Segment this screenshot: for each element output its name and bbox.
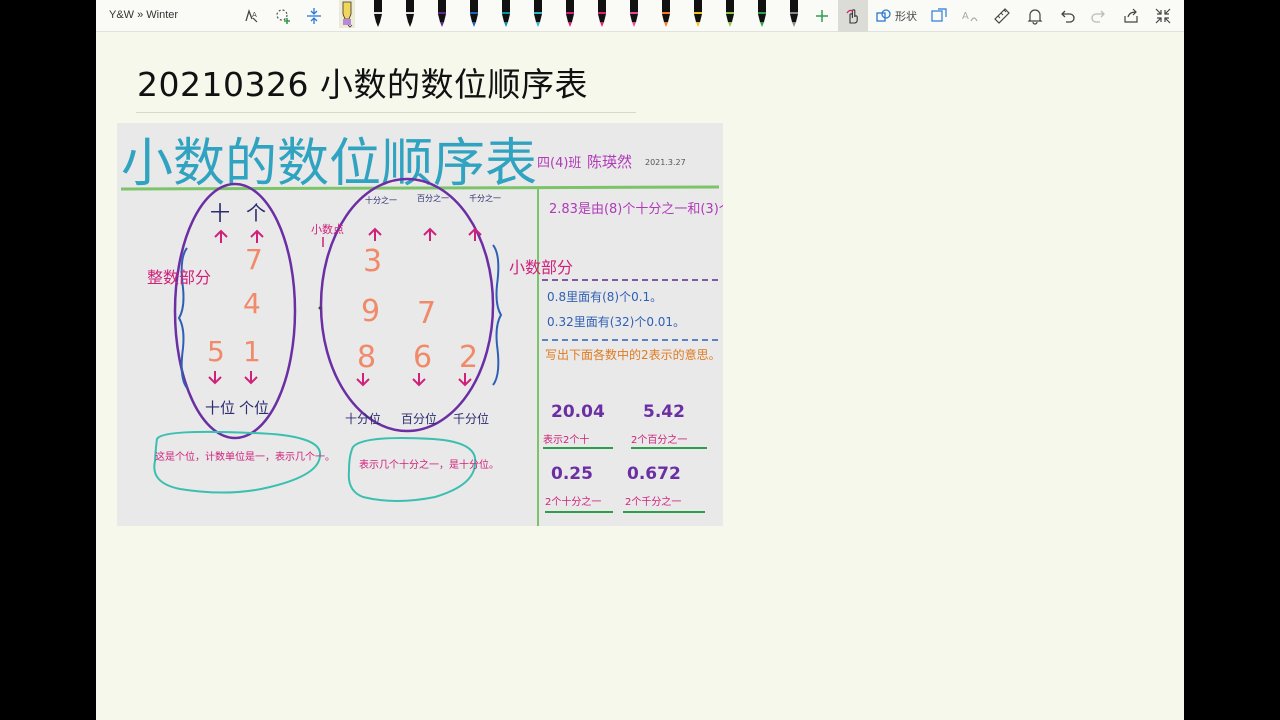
example-number: 20.04 (551, 402, 605, 422)
bottom-place-ones: 个位 (239, 399, 269, 417)
arrow-up-icon (214, 229, 228, 243)
bottom-place-tenths: 十分位 (345, 411, 381, 426)
ruler-icon[interactable] (990, 4, 1014, 28)
touch-draw-icon[interactable] (838, 0, 868, 32)
bottom-place-thousandths: 千分位 (453, 411, 489, 426)
digit: 2 (459, 340, 478, 375)
note-right: 表示几个十分之一，是十分位。 (359, 458, 499, 471)
lasso-select-icon[interactable]: A (240, 4, 264, 28)
digit: 3 (363, 244, 382, 279)
shape-icon (876, 9, 891, 22)
poster-class: 四(4)班 (537, 156, 581, 171)
highlighter-icon[interactable] (339, 0, 355, 28)
pen-icon[interactable] (530, 0, 546, 28)
pen-icon[interactable] (626, 0, 642, 28)
add-pen-icon[interactable] (810, 4, 834, 28)
pen-icon[interactable] (754, 0, 770, 28)
share-icon[interactable] (1119, 4, 1143, 28)
place-label-hundredths: 百分之一 (417, 193, 449, 203)
fullscreen-exit-icon[interactable] (1151, 4, 1175, 28)
place-label-tenths: 十分之一 (365, 195, 397, 205)
right-question-3: 写出下面各数中的2表示的意思。 (545, 347, 721, 362)
arrow-down-icon (208, 371, 222, 385)
pen-icon[interactable] (690, 0, 706, 28)
place-label-tens: 十 (210, 201, 230, 225)
page-title[interactable]: 20210326 小数的数位顺序表 (137, 58, 588, 106)
draw-toolbar: Y&W » Winter A 形状 A (96, 0, 1184, 32)
decimal-ellipse (319, 177, 495, 433)
poster-date: 2021.3.27 (645, 158, 686, 167)
example-meaning: 2个十分之一 (545, 495, 601, 508)
pen-icon[interactable] (370, 0, 386, 28)
example-number: 0.672 (627, 464, 681, 484)
digit: 4 (243, 287, 261, 320)
pen-icon[interactable] (594, 0, 610, 28)
digit: 9 (361, 294, 380, 329)
pen-icon[interactable] (658, 0, 674, 28)
svg-text:A: A (252, 11, 257, 19)
poster-heading: 小数的数位顺序表 (121, 134, 537, 194)
add-space-icon[interactable] (271, 4, 295, 28)
decimal-part-label: 小数部分 (509, 258, 573, 277)
digit: 7 (245, 243, 263, 276)
pen-icon[interactable] (786, 0, 802, 28)
digit: 1 (243, 335, 261, 368)
redo-icon[interactable] (1087, 4, 1111, 28)
example-meaning: 2个千分之一 (625, 495, 681, 508)
arrow-up-icon (250, 229, 264, 243)
right-question-1: 2.83是由(8)个十分之一和(3)个百分之一组成的。 (549, 201, 723, 217)
title-divider (136, 112, 636, 113)
insert-space-icon[interactable] (302, 4, 326, 28)
onenote-app: Y&W » Winter A 形状 A 20210326 小数的数位顺序表 小数… (96, 0, 1184, 720)
pen-icon[interactable] (402, 0, 418, 28)
ink-to-shape-icon[interactable] (927, 4, 951, 28)
note-left: 这是个位，计数单位是一，表示几个一。 (155, 450, 335, 463)
example-number: 5.42 (643, 402, 685, 422)
digit: 7 (417, 296, 436, 331)
poster-image[interactable]: 小数的数位顺序表 四(4)班 陈瑛然 2021.3.27 十 个 小数点 十分之… (117, 123, 723, 526)
undo-icon[interactable] (1055, 4, 1079, 28)
arrow-up-icon (423, 227, 437, 241)
bottom-place-hundredths: 百分位 (401, 411, 437, 426)
example-number: 0.25 (551, 464, 593, 484)
shape-label: 形状 (895, 11, 917, 23)
right-question-2b: 0.32里面有(32)个0.01。 (547, 315, 685, 329)
pen-icon[interactable] (562, 0, 578, 28)
shape-button[interactable]: 形状 (876, 6, 917, 26)
poster-author: 陈瑛然 (587, 153, 632, 171)
bottom-place-tens: 十位 (205, 399, 235, 417)
place-label-thousandths: 千分之一 (469, 193, 501, 203)
digit: 6 (413, 340, 432, 375)
arrow-up-icon (368, 227, 382, 241)
breadcrumb[interactable]: Y&W » Winter (109, 9, 178, 21)
integer-part-label: 整数部分 (147, 268, 211, 287)
pen-icon[interactable] (466, 0, 482, 28)
digit: 8 (357, 340, 376, 375)
decimal-point-label: 小数点 (311, 223, 344, 236)
example-meaning: 表示2个十 (543, 433, 589, 446)
place-label-ones: 个 (246, 201, 266, 225)
example-meaning: 2个百分之一 (631, 433, 687, 446)
decimal-brace (492, 244, 503, 386)
ink-to-text-icon[interactable]: A (958, 4, 982, 28)
decimal-point-dot (318, 306, 322, 310)
bell-icon[interactable] (1023, 4, 1047, 28)
svg-text:A: A (962, 11, 969, 22)
pen-icon[interactable] (434, 0, 450, 28)
arrow-down-icon (244, 371, 258, 385)
pen-icon[interactable] (722, 0, 738, 28)
right-question-2a: 0.8里面有(8)个0.1。 (547, 290, 662, 304)
digit: 5 (207, 335, 225, 368)
pen-icon[interactable] (498, 0, 514, 28)
